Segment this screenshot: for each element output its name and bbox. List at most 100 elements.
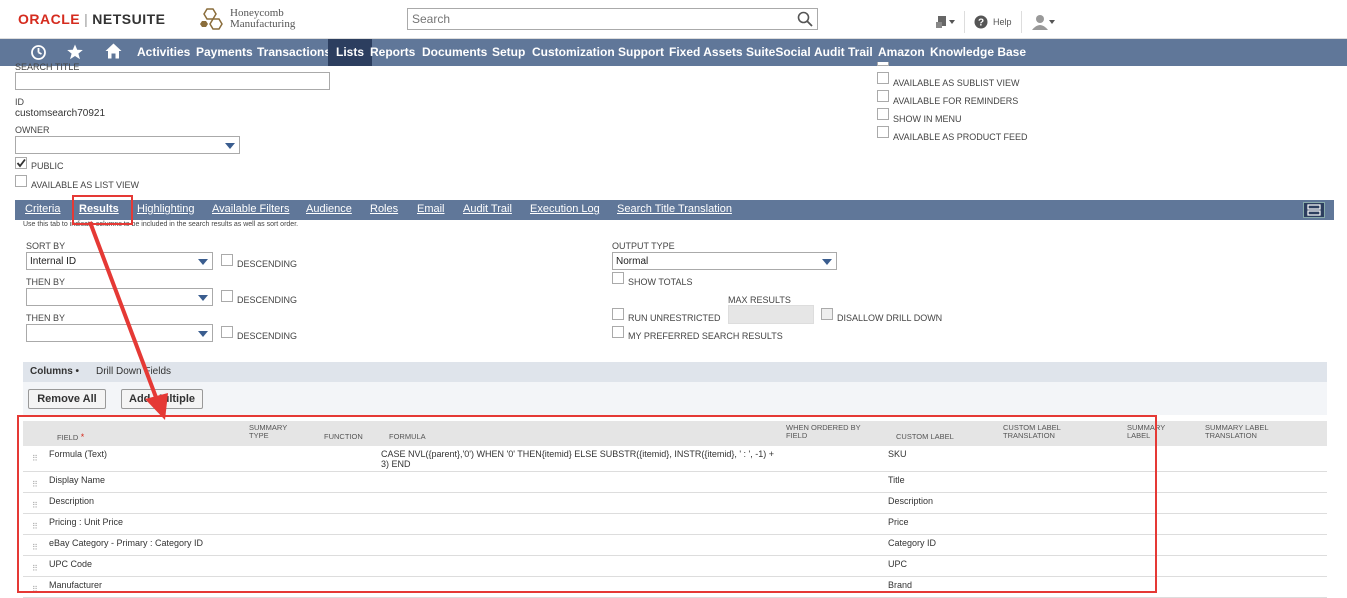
tab-execution-log[interactable]: Execution Log <box>530 203 600 215</box>
then-by-select-2[interactable] <box>26 324 213 342</box>
nav-documents[interactable]: Documents <box>417 39 492 66</box>
table-row[interactable]: ⠿ eBay Category - Primary : Category ID … <box>23 535 1327 556</box>
public-label: PUBLIC <box>31 161 64 171</box>
drag-handle-icon[interactable]: ⠿ <box>32 522 38 531</box>
id-value: customsearch70921 <box>15 108 106 119</box>
table-row[interactable]: ⠿ UPC Code UPC <box>23 556 1327 577</box>
tab-highlighting[interactable]: Highlighting <box>137 203 194 215</box>
nav-setup[interactable]: Setup <box>487 39 530 66</box>
search-subtabs: Criteria Results Highlighting Available … <box>15 200 1334 220</box>
run-unrestricted-checkbox[interactable] <box>612 308 624 320</box>
drag-handle-icon[interactable]: ⠿ <box>32 454 38 463</box>
netsuite-wordmark: NETSUITE <box>92 11 166 27</box>
chevron-down-icon <box>198 295 208 301</box>
nav-knowledge-base[interactable]: Knowledge Base <box>925 39 1031 66</box>
nav-transactions[interactable]: Transactions <box>252 39 336 66</box>
descending-label: DESCENDING <box>237 295 298 305</box>
recent-records-icon[interactable] <box>935 15 955 29</box>
tab-email[interactable]: Email <box>417 203 445 215</box>
layout-toggle-button[interactable] <box>1303 202 1325 218</box>
tab-drill-down-fields[interactable]: Drill Down Fields <box>96 366 171 377</box>
header-summary-label: SUMMARY LABEL <box>1127 424 1165 440</box>
available-product-feed-checkbox[interactable] <box>877 126 889 138</box>
disallow-drill-down-label: DISALLOW DRILL DOWN <box>837 313 943 323</box>
nav-fixed-assets[interactable]: Fixed Assets <box>664 39 748 66</box>
honeycomb-icon <box>200 8 223 30</box>
tab-available-filters[interactable]: Available Filters <box>212 203 289 215</box>
preferred-results-checkbox[interactable] <box>612 326 624 338</box>
remove-all-button[interactable]: Remove All <box>28 389 106 409</box>
search-title-label: SEARCH TITLE <box>15 62 80 72</box>
row-field: Pricing : Unit Price <box>49 517 124 527</box>
table-row[interactable]: ⠿ Description Description <box>23 493 1327 514</box>
available-reminders-label: AVAILABLE FOR REMINDERS <box>893 96 1019 106</box>
user-menu[interactable] <box>1031 14 1055 30</box>
global-search[interactable] <box>407 8 818 30</box>
search-title-field[interactable] <box>15 72 330 90</box>
drag-handle-icon[interactable]: ⠿ <box>32 564 38 573</box>
then-by-descending-checkbox-1[interactable] <box>221 290 233 302</box>
sort-by-value: Internal ID <box>30 256 77 267</box>
add-multiple-button[interactable]: Add Multiple <box>121 389 203 409</box>
table-row[interactable]: ⠿ Formula (Text) CASE NVL({parent},'0') … <box>23 446 1327 472</box>
drag-handle-icon[interactable]: ⠿ <box>32 480 38 489</box>
header-formula: FORMULA <box>389 432 426 441</box>
results-help-text: Use this tab to indicate columns to be i… <box>23 221 299 228</box>
drag-handle-icon[interactable]: ⠿ <box>32 543 38 552</box>
company-logo: Honeycomb Manufacturing <box>200 7 295 31</box>
table-row[interactable]: ⠿ Pricing : Unit Price Price <box>23 514 1327 535</box>
public-checkbox[interactable] <box>15 157 27 169</box>
help-link[interactable]: ? Help <box>974 15 1012 29</box>
max-results-input[interactable] <box>728 305 814 324</box>
header-custom-label: CUSTOM LABEL <box>896 432 954 441</box>
max-results-label: MAX RESULTS <box>728 295 791 305</box>
sort-descending-checkbox[interactable] <box>221 254 233 266</box>
columns-sublist-tabs: Columns • Drill Down Fields <box>23 362 1327 382</box>
table-row[interactable]: ⠿ Display Name Title <box>23 472 1327 493</box>
then-by-select-1[interactable] <box>26 288 213 306</box>
tab-audience[interactable]: Audience <box>306 203 352 215</box>
owner-select[interactable] <box>15 136 240 154</box>
available-list-view-checkbox[interactable] <box>15 175 27 187</box>
row-field: eBay Category - Primary : Category ID <box>49 538 204 548</box>
search-input[interactable] <box>408 9 788 29</box>
nav-audit-trail[interactable]: Audit Trail <box>809 39 878 66</box>
output-type-select[interactable]: Normal <box>612 252 837 270</box>
tab-columns[interactable]: Columns • <box>30 366 79 377</box>
chevron-down-icon <box>225 143 235 149</box>
disallow-drill-down-checkbox[interactable] <box>821 308 833 320</box>
then-by-descending-checkbox-2[interactable] <box>221 326 233 338</box>
drag-handle-icon[interactable]: ⠿ <box>32 501 38 510</box>
nav-support[interactable]: Support <box>613 39 669 66</box>
nav-customization[interactable]: Customization <box>527 39 620 66</box>
netsuite-logo[interactable]: ORACLE | NETSUITE <box>18 11 166 27</box>
chevron-down-icon <box>949 20 955 24</box>
available-reminders-checkbox[interactable] <box>877 90 889 102</box>
show-totals-checkbox[interactable] <box>612 272 624 284</box>
available-list-view-label: AVAILABLE AS LIST VIEW <box>31 180 140 190</box>
drag-handle-icon[interactable]: ⠿ <box>32 585 38 594</box>
nav-reports[interactable]: Reports <box>365 39 420 66</box>
descending-label: DESCENDING <box>237 331 298 341</box>
tab-audit-trail[interactable]: Audit Trail <box>463 203 512 215</box>
recent-history-icon[interactable] <box>30 44 47 61</box>
tab-criteria[interactable]: Criteria <box>25 203 60 215</box>
nav-activities[interactable]: Activities <box>132 39 195 66</box>
available-sublist-view-checkbox[interactable] <box>877 72 889 84</box>
header-summary-label-translation: SUMMARY LABEL TRANSLATION <box>1205 424 1269 440</box>
descending-label: DESCENDING <box>237 259 298 269</box>
tab-roles[interactable]: Roles <box>370 203 398 215</box>
top-header: ORACLE | NETSUITE Honeycomb Manufacturing … <box>0 0 1347 39</box>
search-icon[interactable] <box>797 11 813 27</box>
show-totals-label: SHOW TOTALS <box>628 277 693 287</box>
nav-suitesocial[interactable]: SuiteSocial <box>741 39 816 66</box>
tab-results[interactable]: Results <box>79 203 119 215</box>
chevron-down-icon <box>198 331 208 337</box>
output-type-label: OUTPUT TYPE <box>612 241 675 251</box>
nav-payments[interactable]: Payments <box>191 39 258 66</box>
tab-search-title-translation[interactable]: Search Title Translation <box>617 203 732 215</box>
sort-by-select[interactable]: Internal ID <box>26 252 213 270</box>
show-in-menu-checkbox[interactable] <box>877 108 889 120</box>
home-icon[interactable] <box>105 43 122 59</box>
favorites-star-icon[interactable] <box>67 44 83 60</box>
